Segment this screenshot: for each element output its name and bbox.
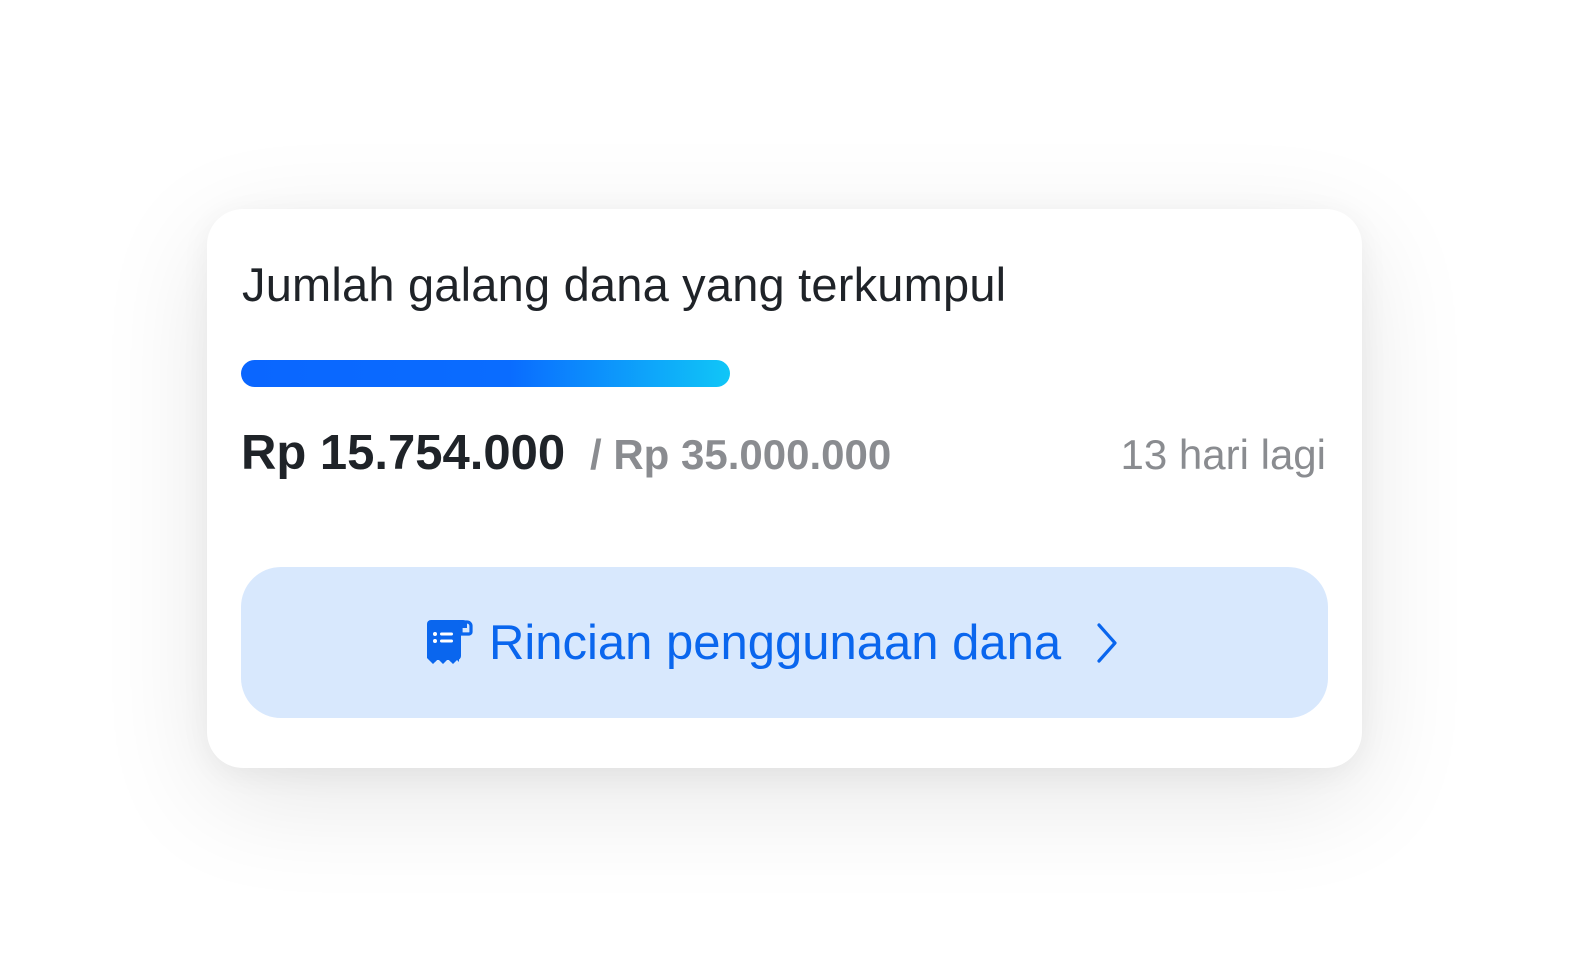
fundraising-progress-bar xyxy=(241,360,1327,387)
fund-usage-details-content: Rincian penggunaan dana xyxy=(425,613,1119,673)
chevron-right-icon xyxy=(1097,623,1117,663)
target-amount: / Rp 35.000.000 xyxy=(590,431,892,478)
fund-usage-details-label: Rincian penggunaan dana xyxy=(489,616,1062,670)
card-title: Jumlah galang dana yang terkumpul xyxy=(242,258,1007,311)
receipt-icon xyxy=(427,620,473,664)
progress-fill xyxy=(241,360,730,387)
fund-usage-details-button[interactable]: Rincian penggunaan dana xyxy=(241,567,1328,718)
fundraising-summary-card: Jumlah galang dana yang terkumpul Rp 15.… xyxy=(207,209,1362,768)
amount-row: Rp 15.754.000 / Rp 35.000.000 13 hari la… xyxy=(241,423,1326,483)
days-remaining: 13 hari lagi xyxy=(1120,431,1326,478)
collected-amount: Rp 15.754.000 xyxy=(241,426,566,480)
